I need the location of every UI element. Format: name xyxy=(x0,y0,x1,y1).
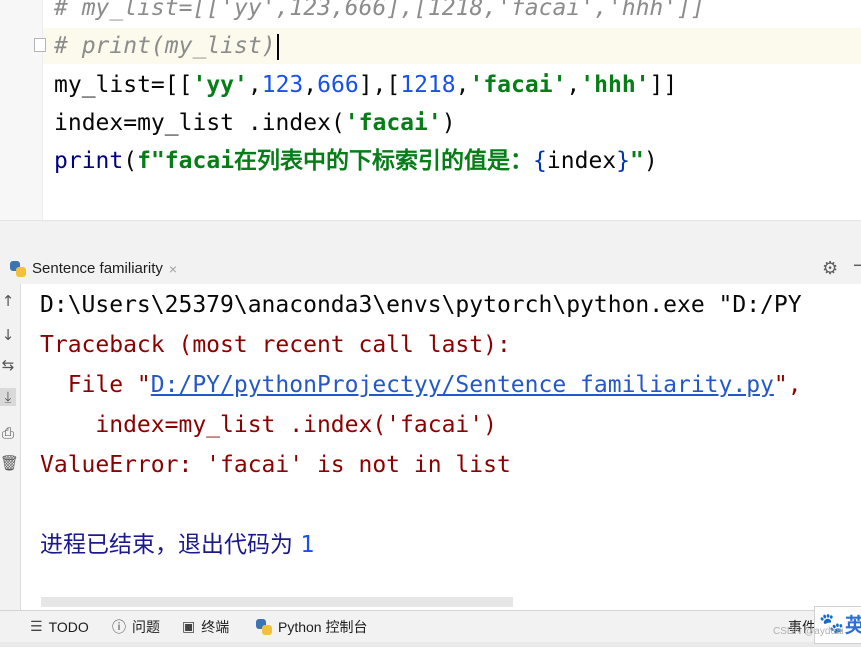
watermark-text: CSDN @aydeai xyxy=(773,626,844,637)
run-toolbar: ↑ ↓ ⇆ ⤓ ⎙ 🗑 xyxy=(0,284,21,610)
code-line-2: # print(my_list) xyxy=(54,29,279,63)
exit-code: 1 xyxy=(300,532,315,558)
trash-icon[interactable]: 🗑 xyxy=(0,454,19,472)
console-output[interactable]: D:\Users\25379\anaconda3\envs\pytorch\py… xyxy=(21,284,861,610)
code-line-4: index=my_list .index('facai') xyxy=(54,106,456,140)
print-icon[interactable]: ⎙ xyxy=(0,424,16,442)
editor-gutter xyxy=(0,0,46,220)
fstring-token: " xyxy=(630,148,644,174)
code-token: ( xyxy=(123,148,138,174)
code-line-1: # my_list=[['yy',123,666],[1218,'facai',… xyxy=(54,0,705,21)
code-editor[interactable]: # my_list=[['yy',123,666],[1218,'facai',… xyxy=(0,0,861,220)
info-icon: ⓘ xyxy=(112,620,126,636)
string-token: 'facai' xyxy=(344,110,442,136)
code-token: index=my_list .index( xyxy=(54,110,345,136)
code-token: , xyxy=(303,72,318,98)
code-token: index xyxy=(546,148,617,174)
number-token: 666 xyxy=(317,72,359,98)
ime-language-label: 英 xyxy=(845,613,861,637)
arrow-up-icon[interactable]: ↑ xyxy=(0,292,16,310)
run-tab-label: Sentence familiarity xyxy=(32,260,163,277)
close-icon[interactable]: × xyxy=(169,261,177,277)
string-token: 'facai' xyxy=(469,72,567,98)
terminal-tab[interactable]: ▣ 终端 xyxy=(182,611,229,643)
number-token: 123 xyxy=(261,72,304,98)
gear-icon[interactable]: ⚙ xyxy=(822,258,838,279)
string-token: 'hhh' xyxy=(580,72,650,98)
code-line-5: print(f"facai在列表中的下标索引的值是：{index}") xyxy=(54,144,658,178)
problems-tab[interactable]: ⓘ 问题 xyxy=(112,611,160,643)
console-line-error: ValueError: 'facai' is not in list xyxy=(40,452,511,478)
string-token: 'yy' xyxy=(192,72,248,98)
terminal-icon: ▣ xyxy=(182,619,196,635)
editor-panel-divider[interactable] xyxy=(0,220,861,255)
code-token: ],[ xyxy=(358,72,401,98)
brace-token: } xyxy=(616,148,631,174)
list-icon: ☰ xyxy=(30,619,43,635)
python-console-tab[interactable]: Python 控制台 xyxy=(256,611,367,643)
code-line-3: my_list=[['yy',123,666],[1218,'facai','h… xyxy=(54,68,677,102)
problems-label: 问题 xyxy=(132,619,160,635)
run-tool-window-header: Sentence familiarity × xyxy=(0,254,861,285)
file-prefix: File " xyxy=(40,372,151,398)
arrow-down-icon[interactable]: ↓ xyxy=(0,326,16,344)
soft-wrap-icon[interactable]: ⇆ xyxy=(0,356,16,374)
fstring-chinese-token: 在列表中的下标索引的值是： xyxy=(234,147,534,174)
brace-token: { xyxy=(533,148,547,174)
python-console-label: Python 控制台 xyxy=(278,619,368,635)
code-token: , xyxy=(247,72,262,98)
minimize-icon[interactable]: − xyxy=(852,255,861,276)
fstring-token: f"facai xyxy=(137,148,235,174)
exit-message: 进程已结束，退出代码为 xyxy=(40,532,301,558)
console-line-command: D:\Users\25379\anaconda3\envs\pytorch\py… xyxy=(40,292,802,318)
console-line-exit: 进程已结束，退出代码为 1 xyxy=(40,527,314,563)
comment-text: # print(my_list) xyxy=(54,33,276,59)
code-token: , xyxy=(455,72,470,98)
text-cursor xyxy=(276,33,279,60)
code-token: my_list=[[ xyxy=(54,72,193,98)
file-path-link[interactable]: D:/PY/pythonProjectyy/Sentence familiari… xyxy=(151,372,774,398)
horizontal-scrollbar[interactable] xyxy=(41,597,513,607)
scroll-to-end-icon[interactable]: ⤓ xyxy=(0,388,16,406)
builtin-token: print xyxy=(54,148,124,174)
fold-marker-icon[interactable] xyxy=(34,38,46,52)
run-tab[interactable]: Sentence familiarity × xyxy=(10,254,183,283)
ime-badge[interactable]: 🐾 英 xyxy=(814,606,861,644)
console-line-file: File "D:/PY/pythonProjectyy/Sentence fam… xyxy=(40,367,802,403)
console-line-code: index=my_list .index('facai') xyxy=(40,412,497,438)
number-token: 1218 xyxy=(400,72,456,98)
console-line-traceback: Traceback (most recent call last): xyxy=(40,332,511,358)
file-suffix: ", xyxy=(773,372,802,398)
code-token: , xyxy=(566,72,581,98)
todo-label: TODO xyxy=(48,619,89,635)
python-icon xyxy=(256,619,272,635)
todo-tab[interactable]: ☰ TODO xyxy=(30,611,89,643)
code-token: ) xyxy=(441,110,456,136)
python-icon xyxy=(10,260,26,277)
status-bar xyxy=(0,642,861,647)
code-token: ) xyxy=(643,148,658,174)
tool-window-bar: ☰ TODO ⓘ 问题 ▣ 终端 Python 控制台 事件 xyxy=(0,610,861,643)
code-token: ]] xyxy=(649,72,678,98)
terminal-label: 终端 xyxy=(201,619,230,635)
